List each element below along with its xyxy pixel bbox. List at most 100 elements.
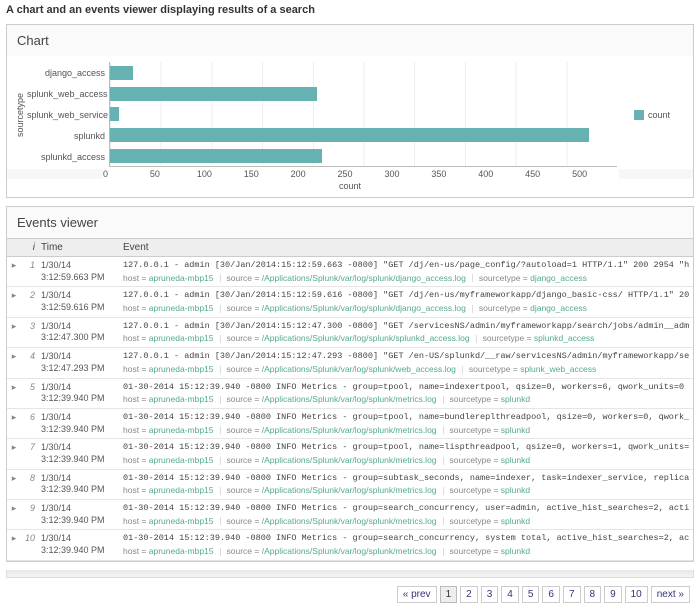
events-panel: Events viewer i Time Event ▸11/30/143:12… <box>6 206 694 562</box>
meta-sourcetype[interactable]: splunkd_access <box>534 333 594 343</box>
row-time: 1/30/143:12:39.940 PM <box>37 470 119 499</box>
row-time: 1/30/143:12:39.940 PM <box>37 379 119 408</box>
event-raw: 127.0.0.1 - admin [30/Jan/2014:15:12:47.… <box>123 321 689 332</box>
y-tick-label: splunk_web_service <box>27 110 105 120</box>
meta-sourcetype[interactable]: splunkd <box>501 455 530 465</box>
row-time: 1/30/143:12:39.940 PM <box>37 500 119 529</box>
chart-bar[interactable] <box>110 149 322 163</box>
meta-host[interactable]: apruneda-mbp15 <box>149 333 214 343</box>
pager-page[interactable]: 6 <box>542 586 560 603</box>
expand-toggle-icon[interactable]: ▸ <box>7 470 21 499</box>
row-event: 01-30-2014 15:12:39.940 -0800 INFO Metri… <box>119 409 693 438</box>
meta-host[interactable]: apruneda-mbp15 <box>149 394 214 404</box>
pager-page[interactable]: 2 <box>460 586 478 603</box>
meta-sourcetype[interactable]: splunkd <box>501 394 530 404</box>
expand-toggle-icon[interactable]: ▸ <box>7 409 21 438</box>
header-index[interactable]: i <box>21 239 37 256</box>
event-raw: 127.0.0.1 - admin [30/Jan/2014:15:12:59.… <box>123 290 689 301</box>
row-event: 01-30-2014 15:12:39.940 -0800 INFO Metri… <box>119 530 693 559</box>
meta-host[interactable]: apruneda-mbp15 <box>149 546 214 556</box>
x-tick-label: 350 <box>431 169 478 179</box>
event-raw: 01-30-2014 15:12:39.940 -0800 INFO Metri… <box>123 442 689 453</box>
header-event[interactable]: Event <box>119 239 693 256</box>
x-axis-label: count <box>7 179 693 197</box>
meta-sourcetype[interactable]: django_access <box>530 303 587 313</box>
meta-source[interactable]: /Applications/Splunk/var/log/splunk/splu… <box>262 333 470 343</box>
event-raw: 01-30-2014 15:12:39.940 -0800 INFO Metri… <box>123 533 689 544</box>
events-body: ▸11/30/143:12:59.663 PM127.0.0.1 - admin… <box>7 257 693 561</box>
table-row: ▸61/30/143:12:39.940 PM01-30-2014 15:12:… <box>7 409 693 439</box>
expand-toggle-icon[interactable]: ▸ <box>7 500 21 529</box>
table-row: ▸11/30/143:12:59.663 PM127.0.0.1 - admin… <box>7 257 693 287</box>
meta-host[interactable]: apruneda-mbp15 <box>149 516 214 526</box>
chart-bar[interactable] <box>110 66 133 80</box>
meta-sourcetype[interactable]: splunkd <box>501 485 530 495</box>
y-tick-label: splunk_web_access <box>27 89 105 99</box>
meta-host[interactable]: apruneda-mbp15 <box>149 273 214 283</box>
meta-sourcetype[interactable]: splunk_web_access <box>520 364 596 374</box>
meta-source[interactable]: /Applications/Splunk/var/log/splunk/metr… <box>262 394 437 404</box>
row-event: 127.0.0.1 - admin [30/Jan/2014:15:12:47.… <box>119 318 693 347</box>
expand-toggle-icon[interactable]: ▸ <box>7 379 21 408</box>
meta-sourcetype[interactable]: splunkd <box>501 516 530 526</box>
y-axis-ticks: django_access splunk_web_access splunk_web… <box>27 62 109 167</box>
meta-host[interactable]: apruneda-mbp15 <box>149 425 214 435</box>
chart-bar[interactable] <box>110 107 119 121</box>
pager-page[interactable]: 1 <box>440 586 458 603</box>
pager-page[interactable]: 9 <box>604 586 622 603</box>
chart-title: Chart <box>7 25 693 56</box>
meta-source[interactable]: /Applications/Splunk/var/log/splunk/djan… <box>262 273 466 283</box>
row-time: 1/30/143:12:39.940 PM <box>37 439 119 468</box>
meta-source[interactable]: /Applications/Splunk/var/log/splunk/metr… <box>262 455 437 465</box>
event-meta: host = apruneda-mbp15source = /Applicati… <box>123 455 689 465</box>
pager-page[interactable]: 8 <box>584 586 602 603</box>
meta-sourcetype[interactable]: splunkd <box>501 425 530 435</box>
meta-sourcetype[interactable]: django_access <box>530 273 587 283</box>
y-tick-label: django_access <box>27 68 105 78</box>
table-row: ▸31/30/143:12:47.300 PM127.0.0.1 - admin… <box>7 318 693 348</box>
meta-source[interactable]: /Applications/Splunk/var/log/splunk/metr… <box>262 485 437 495</box>
row-time: 1/30/143:12:39.940 PM <box>37 409 119 438</box>
expand-toggle-icon[interactable]: ▸ <box>7 257 21 286</box>
pager-page[interactable]: 10 <box>625 586 648 603</box>
pager-page[interactable]: 3 <box>481 586 499 603</box>
meta-host[interactable]: apruneda-mbp15 <box>149 303 214 313</box>
pager-prev[interactable]: « prev <box>397 586 437 603</box>
row-index: 7 <box>21 439 37 468</box>
meta-source[interactable]: /Applications/Splunk/var/log/splunk/djan… <box>262 303 466 313</box>
event-meta: host = apruneda-mbp15source = /Applicati… <box>123 425 689 435</box>
pager-page[interactable]: 5 <box>522 586 540 603</box>
meta-source[interactable]: /Applications/Splunk/var/log/splunk/web_… <box>262 364 456 374</box>
meta-source[interactable]: /Applications/Splunk/var/log/splunk/metr… <box>262 425 437 435</box>
meta-host[interactable]: apruneda-mbp15 <box>149 485 214 495</box>
pager-page[interactable]: 4 <box>501 586 519 603</box>
row-event: 01-30-2014 15:12:39.940 -0800 INFO Metri… <box>119 470 693 499</box>
event-raw: 01-30-2014 15:12:39.940 -0800 INFO Metri… <box>123 503 689 514</box>
meta-host[interactable]: apruneda-mbp15 <box>149 455 214 465</box>
x-tick-label: 400 <box>478 169 525 179</box>
row-event: 127.0.0.1 - admin [30/Jan/2014:15:12:59.… <box>119 287 693 316</box>
expand-toggle-icon[interactable]: ▸ <box>7 287 21 316</box>
expand-toggle-icon[interactable]: ▸ <box>7 318 21 347</box>
header-time[interactable]: Time <box>37 239 119 256</box>
event-raw: 127.0.0.1 - admin [30/Jan/2014:15:12:47.… <box>123 351 689 362</box>
pager-next[interactable]: next » <box>651 586 690 603</box>
x-tick-label: 300 <box>384 169 431 179</box>
table-row: ▸21/30/143:12:59.616 PM127.0.0.1 - admin… <box>7 287 693 317</box>
event-raw: 127.0.0.1 - admin [30/Jan/2014:15:12:59.… <box>123 260 689 271</box>
meta-sourcetype[interactable]: splunkd <box>501 546 530 556</box>
row-event: 127.0.0.1 - admin [30/Jan/2014:15:12:47.… <box>119 348 693 377</box>
chart-bar[interactable] <box>110 128 589 142</box>
pager-page[interactable]: 7 <box>563 586 581 603</box>
table-row: ▸101/30/143:12:39.940 PM01-30-2014 15:12… <box>7 530 693 560</box>
expand-toggle-icon[interactable]: ▸ <box>7 530 21 559</box>
legend-swatch-icon <box>634 110 644 120</box>
row-index: 8 <box>21 470 37 499</box>
meta-source[interactable]: /Applications/Splunk/var/log/splunk/metr… <box>262 516 437 526</box>
horizontal-scrollbar[interactable] <box>6 570 694 578</box>
expand-toggle-icon[interactable]: ▸ <box>7 348 21 377</box>
expand-toggle-icon[interactable]: ▸ <box>7 439 21 468</box>
chart-bar[interactable] <box>110 87 317 101</box>
meta-source[interactable]: /Applications/Splunk/var/log/splunk/metr… <box>262 546 437 556</box>
meta-host[interactable]: apruneda-mbp15 <box>149 364 214 374</box>
